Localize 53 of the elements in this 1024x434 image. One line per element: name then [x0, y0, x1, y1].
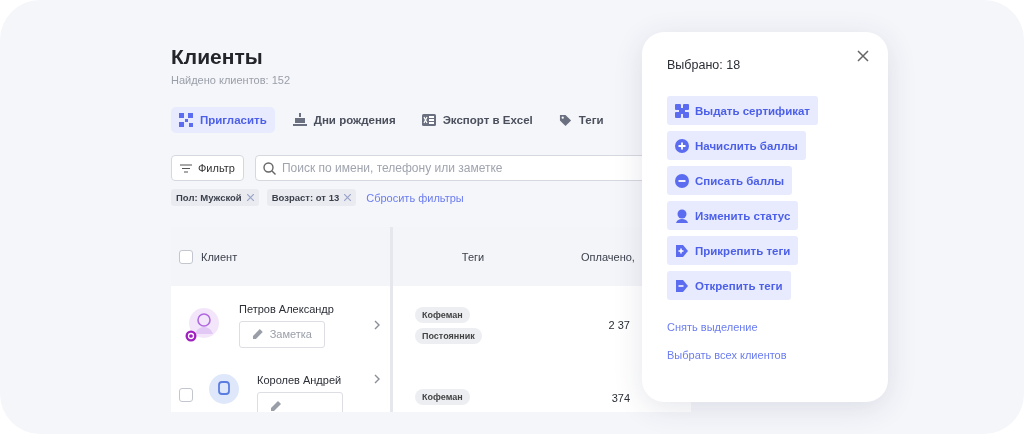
filter-button[interactable]: Фильтр: [171, 155, 244, 181]
toolbar-button[interactable]: Теги: [550, 107, 612, 133]
action-button[interactable]: Прикрепить теги: [667, 236, 799, 265]
avatar-icon: [185, 307, 221, 343]
tag-label: Кофеман: [415, 306, 470, 323]
tag-label: Постоянник: [415, 327, 482, 344]
client-name: Королев Андрей: [257, 374, 343, 386]
plus-circle-icon: [675, 138, 689, 153]
client-name: Петров Александр: [239, 302, 334, 315]
note-button[interactable]: Заметка: [239, 320, 325, 348]
client-count: Найдено клиентов: 152: [171, 74, 292, 86]
person-icon: [675, 208, 689, 223]
tag-icon: [558, 113, 572, 127]
puzzle-icon: [675, 103, 689, 118]
action-button[interactable]: Начислить баллы: [667, 131, 806, 160]
minus-circle-icon: [675, 173, 689, 188]
toolbar-button[interactable]: Дни рождения: [284, 107, 404, 133]
panel-link[interactable]: Снять выделение: [667, 321, 758, 333]
filter-icon: [180, 163, 192, 173]
toolbar-button[interactable]: Экспорт в Excel: [413, 107, 541, 133]
row-checkbox[interactable]: [179, 388, 193, 402]
spreadsheet-icon: [421, 113, 436, 127]
column-header: Теги: [461, 250, 485, 263]
action-button[interactable]: Выдать сертификат: [667, 96, 818, 125]
avatar-icon: [209, 374, 239, 404]
tag-plus-icon: [675, 243, 689, 258]
close-button[interactable]: [856, 50, 870, 64]
tag-minus-icon: [675, 278, 689, 293]
paid-amount: 374: [611, 392, 630, 404]
panel-link[interactable]: Выбрать всех клиентов: [667, 349, 787, 361]
select-all-checkbox[interactable]: [179, 249, 193, 264]
toolbar-button[interactable]: Пригласить: [171, 107, 275, 133]
pencil-icon: [252, 328, 264, 340]
column-header: Клиент: [201, 250, 238, 263]
tag-label: Кофеман: [415, 389, 470, 405]
action-button[interactable]: Списать баллы: [667, 166, 793, 195]
selected-count: Выбрано: 18: [667, 58, 741, 72]
reset-filters-link[interactable]: Сбросить фильтры: [366, 191, 464, 204]
chevron-right-icon[interactable]: [374, 374, 380, 384]
column-header: Оплачено,: [581, 250, 635, 263]
action-button[interactable]: Изменить статус: [667, 201, 799, 230]
qr-code-icon: [179, 113, 193, 127]
note-button[interactable]: [257, 392, 343, 412]
action-button[interactable]: Открепить теги: [667, 271, 791, 300]
filter-chip-label: Возраст: от 13: [271, 192, 340, 203]
chevron-right-icon[interactable]: [374, 320, 380, 330]
remove-icon[interactable]: [246, 194, 254, 201]
paid-amount: 2 37: [608, 319, 630, 331]
filter-chip-label: Пол: Мужской: [176, 192, 242, 203]
remove-icon[interactable]: [344, 194, 352, 201]
close-icon: [857, 50, 869, 62]
pencil-icon: [270, 399, 282, 412]
cake-icon: [292, 113, 307, 127]
